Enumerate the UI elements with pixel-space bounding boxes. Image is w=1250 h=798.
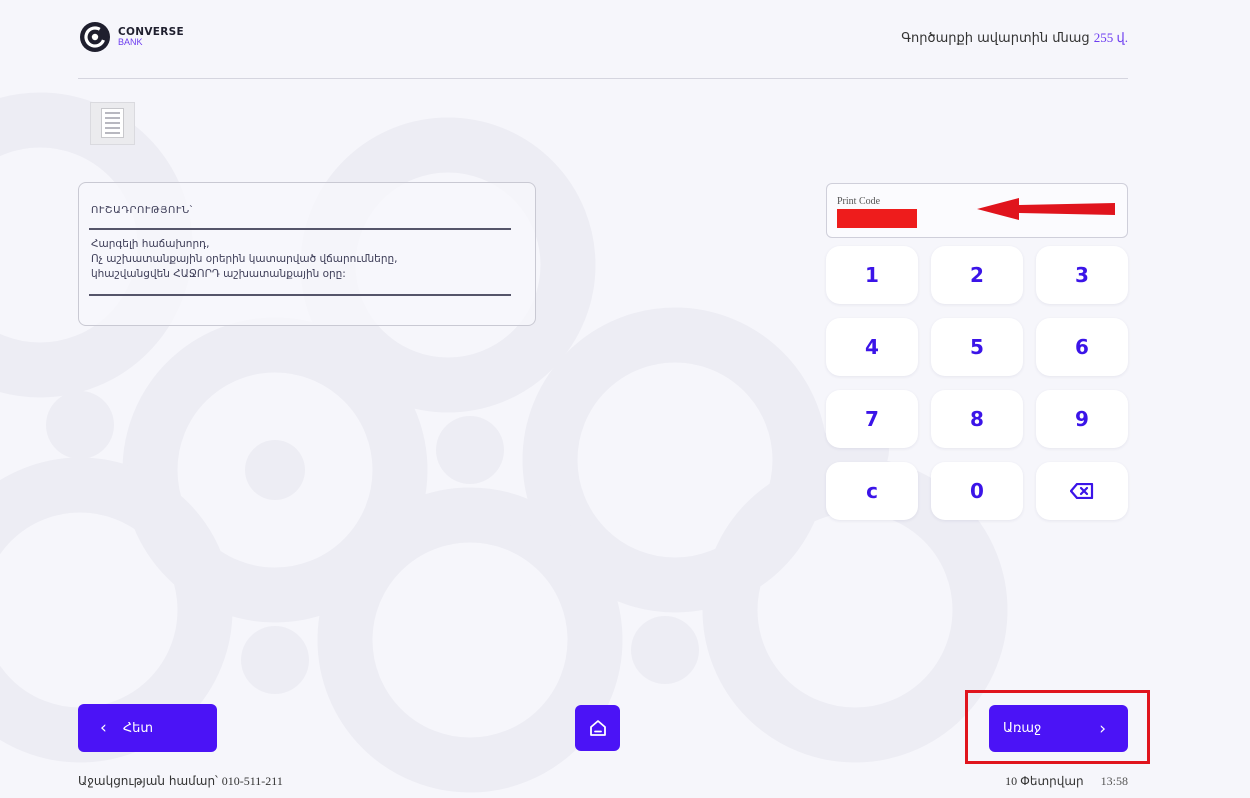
current-date: 10 Փետրվար <box>1005 774 1084 788</box>
header-divider <box>78 78 1128 79</box>
converse-logo-icon <box>80 22 110 52</box>
backspace-icon <box>1070 483 1094 499</box>
chevron-left-icon: ‹ <box>100 718 107 738</box>
home-button[interactable] <box>575 705 620 751</box>
brand-sub: BANK <box>118 37 143 47</box>
instruction-divider-top <box>89 228 511 230</box>
receipt-thumbnail <box>90 102 135 145</box>
print-code-label: Print Code <box>837 196 881 207</box>
key-6[interactable]: 6 <box>1036 318 1128 376</box>
brand-name: CONVERSE <box>118 26 184 38</box>
instruction-text: Հարգելի հաճախորդ, Ոչ աշխատանքային օրերին… <box>91 237 398 282</box>
print-code-redacted-value <box>837 209 917 228</box>
key-backspace[interactable] <box>1036 462 1128 520</box>
back-button[interactable]: ‹ Հետ <box>78 704 217 752</box>
brand-logo: CONVERSE BANK <box>78 20 184 54</box>
instruction-line-2: Ոչ աշխատանքային օրերին կատարված վճարումն… <box>91 253 398 265</box>
annotation-arrow-icon <box>977 198 1115 220</box>
date-time: 10 Փետրվար 13:58 <box>1005 774 1128 789</box>
key-8[interactable]: 8 <box>931 390 1023 448</box>
instruction-panel: ՈՒՇԱԴՐՈՒԹՅՈՒՆ՝ Հարգելի հաճախորդ, Ոչ աշխա… <box>78 182 536 326</box>
session-timer: Գործարքի ավարտին մնաց 255 վ. <box>901 30 1128 46</box>
current-time: 13:58 <box>1100 774 1128 788</box>
key-9[interactable]: 9 <box>1036 390 1128 448</box>
key-1[interactable]: 1 <box>826 246 918 304</box>
support-number: 010-511-211 <box>221 774 283 788</box>
support-phone: Աջակցության համար՝ 010-511-211 <box>78 774 283 789</box>
instruction-divider-bottom <box>89 294 511 296</box>
instruction-line-1: Հարգելի հաճախորդ, <box>91 238 210 250</box>
timer-label: Գործարքի ավարտին մնաց <box>901 31 1090 46</box>
timer-value: 255 վ. <box>1093 30 1128 45</box>
key-clear[interactable]: c <box>826 462 918 520</box>
instruction-line-3: կհաշվանցվեն ՀԱՋՈՐԴ աշխատանքային օրը: <box>91 268 346 280</box>
key-0[interactable]: 0 <box>931 462 1023 520</box>
support-label: Աջակցության համար՝ <box>78 774 218 788</box>
back-button-label: Հետ <box>122 720 154 736</box>
receipt-icon <box>101 108 124 138</box>
key-5[interactable]: 5 <box>931 318 1023 376</box>
instruction-title: ՈՒՇԱԴՐՈՒԹՅՈՒՆ՝ <box>91 205 193 216</box>
key-7[interactable]: 7 <box>826 390 918 448</box>
key-4[interactable]: 4 <box>826 318 918 376</box>
home-icon <box>589 720 606 736</box>
key-2[interactable]: 2 <box>931 246 1023 304</box>
print-code-field[interactable]: Print Code <box>826 183 1128 238</box>
annotation-highlight-box <box>965 690 1150 764</box>
key-3[interactable]: 3 <box>1036 246 1128 304</box>
